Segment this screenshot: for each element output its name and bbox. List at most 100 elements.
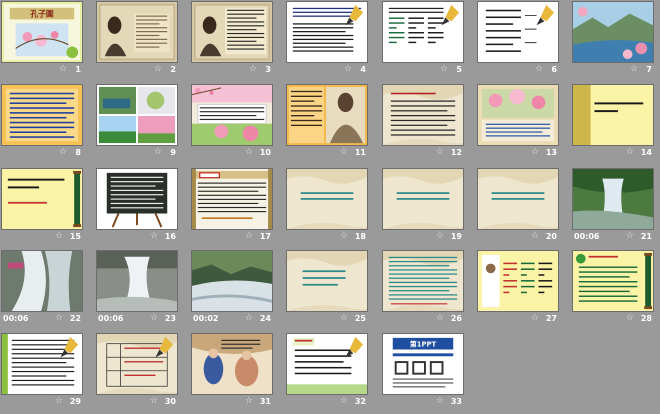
slide-number: 29 (69, 397, 81, 406)
slide-label-bar: ☆ 5 (382, 64, 464, 78)
slide-label-bar: ☆ 4 (286, 64, 368, 78)
slide-thumbnail-18[interactable]: ☆ 18 (286, 168, 368, 249)
slide-thumbnail-9[interactable]: ☆ 9 (96, 84, 178, 165)
transition-star-icon[interactable]: ☆ (626, 313, 634, 323)
slide-thumbnail-12[interactable]: ☆ 12 (382, 84, 464, 165)
slide-number: 18 (354, 232, 366, 241)
transition-star-icon[interactable]: ☆ (535, 64, 543, 74)
transition-star-icon[interactable]: ☆ (436, 313, 444, 323)
slide-thumbnail-21[interactable]: 00:06 ☆ 21 (572, 168, 654, 249)
slide-number: 10 (259, 148, 271, 157)
transition-star-icon[interactable]: ☆ (440, 64, 448, 74)
slide-thumbnail-31[interactable]: ☆ 31 (191, 333, 273, 414)
slide-preview-image (96, 250, 178, 312)
slide-number: 22 (69, 314, 81, 323)
slide-thumbnail-20[interactable]: ☆ 20 (477, 168, 559, 249)
transition-star-icon[interactable]: ☆ (340, 313, 348, 323)
slide-thumbnail-26[interactable]: ☆ 26 (382, 250, 464, 331)
slide-thumbnail-7[interactable]: ☆ 7 (572, 1, 654, 82)
slide-thumbnail-13[interactable]: ☆ 13 (477, 84, 559, 165)
transition-star-icon[interactable]: ☆ (150, 231, 158, 241)
slide-thumbnail-32[interactable]: ☆ 32 (286, 333, 368, 414)
slide-thumbnail-16[interactable]: ☆ 16 (96, 168, 178, 249)
slide-preview-image (382, 168, 464, 230)
slide-timing: 00:06 (98, 314, 124, 323)
slide-label-bar: ☆ 33 (382, 396, 464, 410)
slide-preview-image (572, 168, 654, 230)
slide-preview-image (477, 84, 559, 146)
transition-star-icon[interactable]: ☆ (245, 396, 253, 406)
transition-star-icon[interactable]: ☆ (630, 64, 638, 74)
slide-preview-image (191, 168, 273, 230)
slide-thumbnail-30[interactable]: ☆ 30 (96, 333, 178, 414)
transition-star-icon[interactable]: ☆ (154, 147, 162, 157)
transition-star-icon[interactable]: ☆ (55, 231, 63, 241)
transition-star-icon[interactable]: ☆ (626, 231, 634, 241)
slide-label-bar: ☆ 17 (191, 231, 273, 245)
transition-star-icon[interactable]: ☆ (340, 147, 348, 157)
slide-label-bar: ☆ 30 (96, 396, 178, 410)
slide-thumbnail-10[interactable]: ☆ 10 (191, 84, 273, 165)
transition-star-icon[interactable]: ☆ (249, 64, 257, 74)
slide-thumbnail-14[interactable]: ☆ 14 (572, 84, 654, 165)
transition-star-icon[interactable]: ☆ (531, 231, 539, 241)
transition-star-icon[interactable]: ☆ (340, 396, 348, 406)
slide-thumbnail-33[interactable]: 第1PPT ☆ 33 (382, 333, 464, 414)
slide-thumbnail-17[interactable]: ☆ 17 (191, 168, 273, 249)
slide-label-bar: ☆ 16 (96, 231, 178, 245)
slide-preview-image (191, 1, 273, 63)
slide-label-bar: ☆ 25 (286, 313, 368, 327)
slide-thumbnail-8[interactable]: ☆ 8 (1, 84, 83, 165)
slide-preview-image (477, 1, 559, 63)
transition-star-icon[interactable]: ☆ (55, 396, 63, 406)
slide-thumbnail-28[interactable]: ☆ 28 (572, 250, 654, 331)
transition-star-icon[interactable]: ☆ (531, 147, 539, 157)
transition-star-icon[interactable]: ☆ (436, 147, 444, 157)
slide-thumbnail-3[interactable]: ☆ 3 (191, 1, 273, 82)
transition-star-icon[interactable]: ☆ (531, 313, 539, 323)
slide-number: 1 (75, 65, 81, 74)
transition-star-icon[interactable]: ☆ (150, 313, 158, 323)
transition-star-icon[interactable]: ☆ (150, 396, 158, 406)
slide-thumbnail-22[interactable]: 00:06 ☆ 22 (1, 250, 83, 331)
slide-thumbnail-6[interactable]: ☆ 6 (477, 1, 559, 82)
slide-label-bar: ☆ 27 (477, 313, 559, 327)
transition-star-icon[interactable]: ☆ (59, 64, 67, 74)
slide-label-bar: ☆ 12 (382, 147, 464, 161)
slide-thumbnail-29[interactable]: ☆ 29 (1, 333, 83, 414)
slide-thumbnail-23[interactable]: 00:06 ☆ 23 (96, 250, 178, 331)
slide-thumbnail-19[interactable]: ☆ 19 (382, 168, 464, 249)
slide-number: 7 (646, 65, 652, 74)
slide-thumbnail-5[interactable]: ☆ 5 (382, 1, 464, 82)
transition-star-icon[interactable]: ☆ (55, 313, 63, 323)
transition-star-icon[interactable]: ☆ (245, 313, 253, 323)
transition-star-icon[interactable]: ☆ (436, 231, 444, 241)
transition-star-icon[interactable]: ☆ (154, 64, 162, 74)
slide-thumbnail-1[interactable]: 孔子圖 ☆ 1 (1, 1, 83, 82)
slide-number: 17 (259, 232, 271, 241)
transition-star-icon[interactable]: ☆ (59, 147, 67, 157)
slide-label-bar: ☆ 19 (382, 231, 464, 245)
transition-star-icon[interactable]: ☆ (245, 231, 253, 241)
slide-label-bar: ☆ 10 (191, 147, 273, 161)
slide-label-bar: ☆ 20 (477, 231, 559, 245)
slide-thumbnail-27[interactable]: ☆ 27 (477, 250, 559, 331)
slide-thumbnail-25[interactable]: ☆ 25 (286, 250, 368, 331)
slide-number: 26 (450, 314, 462, 323)
transition-star-icon[interactable]: ☆ (245, 147, 253, 157)
slide-thumbnail-4[interactable]: ☆ 4 (286, 1, 368, 82)
slide-label-bar: ☆ 7 (572, 64, 654, 78)
slide-thumbnail-2[interactable]: ☆ 2 (96, 1, 178, 82)
transition-star-icon[interactable]: ☆ (344, 64, 352, 74)
slide-thumbnail-24[interactable]: 00:02 ☆ 24 (191, 250, 273, 331)
transition-star-icon[interactable]: ☆ (626, 147, 634, 157)
slide-number: 16 (164, 232, 176, 241)
transition-star-icon[interactable]: ☆ (340, 231, 348, 241)
slide-label-bar: 00:06 ☆ 22 (1, 313, 83, 327)
slide-thumbnail-15[interactable]: ☆ 15 (1, 168, 83, 249)
transition-star-icon[interactable]: ☆ (436, 396, 444, 406)
slide-number: 25 (354, 314, 366, 323)
slide-label-bar: ☆ 32 (286, 396, 368, 410)
slide-thumbnail-11[interactable]: ☆ 11 (286, 84, 368, 165)
slide-preview-image (382, 84, 464, 146)
